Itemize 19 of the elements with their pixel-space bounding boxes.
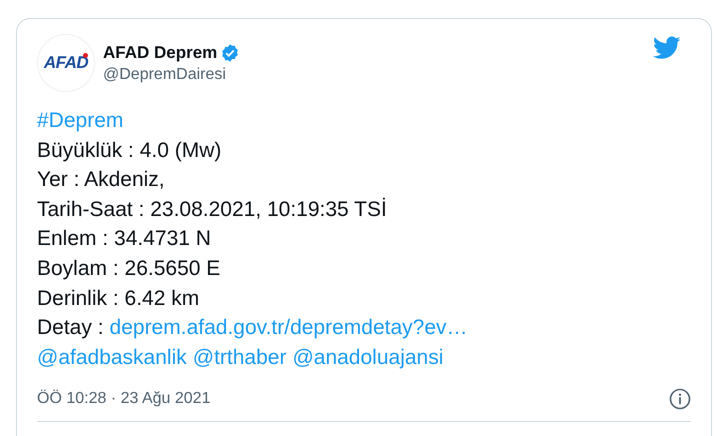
tweet-link[interactable]: @anadoluajansi [292, 342, 444, 372]
tweet-link[interactable]: #Deprem [37, 106, 124, 136]
tweet-text: Derinlik : 6.42 km [37, 286, 200, 312]
tweet-link[interactable]: @afadbaskanlik [37, 342, 187, 372]
tweet-link[interactable]: @trthaber [192, 342, 286, 372]
tweet-text: Tarih-Saat : 23.08.2021, 10:19:35 TSİ [37, 196, 387, 223]
account-name[interactable]: AFAD Deprem [103, 43, 218, 63]
tweet-text: Boylam : 26.5650 E [37, 256, 220, 282]
account-handle[interactable]: @DepremDairesi [103, 66, 226, 84]
tweet-link[interactable]: deprem.afad.gov.tr/depremdetay?ev… [110, 313, 468, 343]
tweet-timestamp[interactable]: ÖÖ 10:28 · 23 Ağu 2021 [37, 390, 210, 408]
tweet-text: Enlem : 34.4731 N [37, 226, 211, 252]
bird-logo-icon[interactable] [653, 36, 681, 60]
tweet-text: Detay : [37, 315, 104, 342]
avatar[interactable]: AFAD [37, 34, 95, 92]
tweet-text: Büyüklük : 4.0 (Mw) [37, 138, 222, 164]
info-icon[interactable] [669, 388, 691, 410]
tweet-text: Yer : Akdeniz, [37, 167, 165, 194]
avatar-logo-text: AFAD [44, 53, 88, 73]
